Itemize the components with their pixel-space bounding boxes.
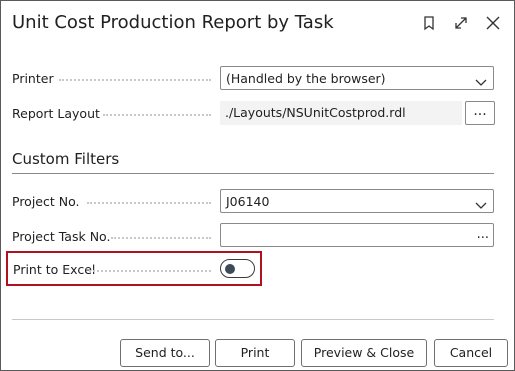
section-divider: [12, 173, 494, 174]
toggle-knob: [225, 264, 235, 274]
print-to-excel-dotted-leader: [89, 270, 211, 272]
report-request-dialog: Unit Cost Production Report by Task Prin…: [0, 0, 515, 371]
report-layout-field: ./Layouts/NSUnitCostprod.rdl: [220, 101, 462, 125]
printer-value: (Handled by the browser): [226, 71, 386, 86]
project-task-no-input[interactable]: ...: [220, 223, 494, 247]
project-task-no-label: Project Task No.: [12, 229, 111, 244]
bookmark-icon[interactable]: [421, 15, 437, 31]
project-no-label: Project No.: [12, 194, 80, 209]
cancel-button[interactable]: Cancel: [434, 339, 508, 367]
project-no-select[interactable]: J06140: [220, 189, 494, 213]
printer-label: Printer: [12, 71, 54, 86]
printer-dotted-leader: [59, 79, 211, 81]
report-layout-label: Report Layout: [12, 106, 100, 121]
expand-icon[interactable]: [453, 15, 469, 31]
footer-divider: [12, 319, 494, 320]
project-no-value: J06140: [226, 194, 270, 209]
close-icon[interactable]: [485, 15, 501, 31]
project-no-dotted-leader: [87, 202, 211, 204]
print-to-excel-label: Print to Excel: [13, 262, 96, 277]
preview-close-button[interactable]: Preview & Close: [301, 339, 427, 367]
printer-select[interactable]: (Handled by the browser): [220, 66, 494, 90]
report-layout-dotted-leader: [103, 114, 211, 116]
project-task-no-dotted-leader: [111, 237, 211, 239]
print-button[interactable]: Print: [215, 339, 295, 367]
send-to-button[interactable]: Send to...: [120, 339, 210, 367]
report-layout-lookup-button[interactable]: ...: [465, 101, 495, 125]
dialog-title: Unit Cost Production Report by Task: [12, 12, 334, 33]
report-layout-value: ./Layouts/NSUnitCostprod.rdl: [225, 105, 406, 120]
project-task-no-lookup-button[interactable]: ...: [477, 227, 489, 242]
chevron-down-icon: [475, 73, 487, 86]
chevron-down-icon: [475, 196, 487, 209]
print-to-excel-toggle[interactable]: [220, 259, 255, 278]
custom-filters-heading: Custom Filters: [12, 150, 120, 168]
